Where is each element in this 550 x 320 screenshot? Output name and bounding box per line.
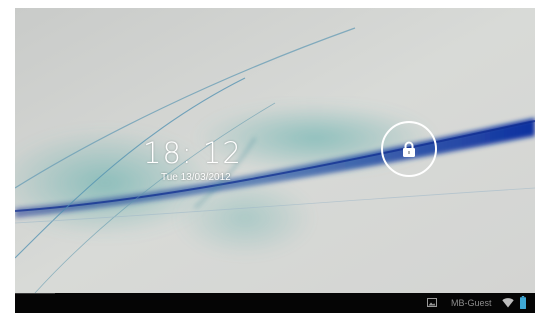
wifi-icon [502,298,514,308]
unlock-handle[interactable] [381,121,437,177]
lockscreen-clock: 18: 12 [143,136,242,170]
gallery-icon[interactable] [427,298,437,307]
lockscreen-date: Tue 13/03/2012 [161,172,231,183]
tablet-screen: 18: 12 Tue 13/03/2012 MB-Guest [15,8,535,313]
battery-icon [520,296,526,309]
bar-highlight [15,293,55,294]
system-bar: MB-Guest [15,293,535,313]
network-name: MB-Guest [451,298,492,308]
wallpaper [15,8,535,293]
lock-icon [403,141,415,157]
